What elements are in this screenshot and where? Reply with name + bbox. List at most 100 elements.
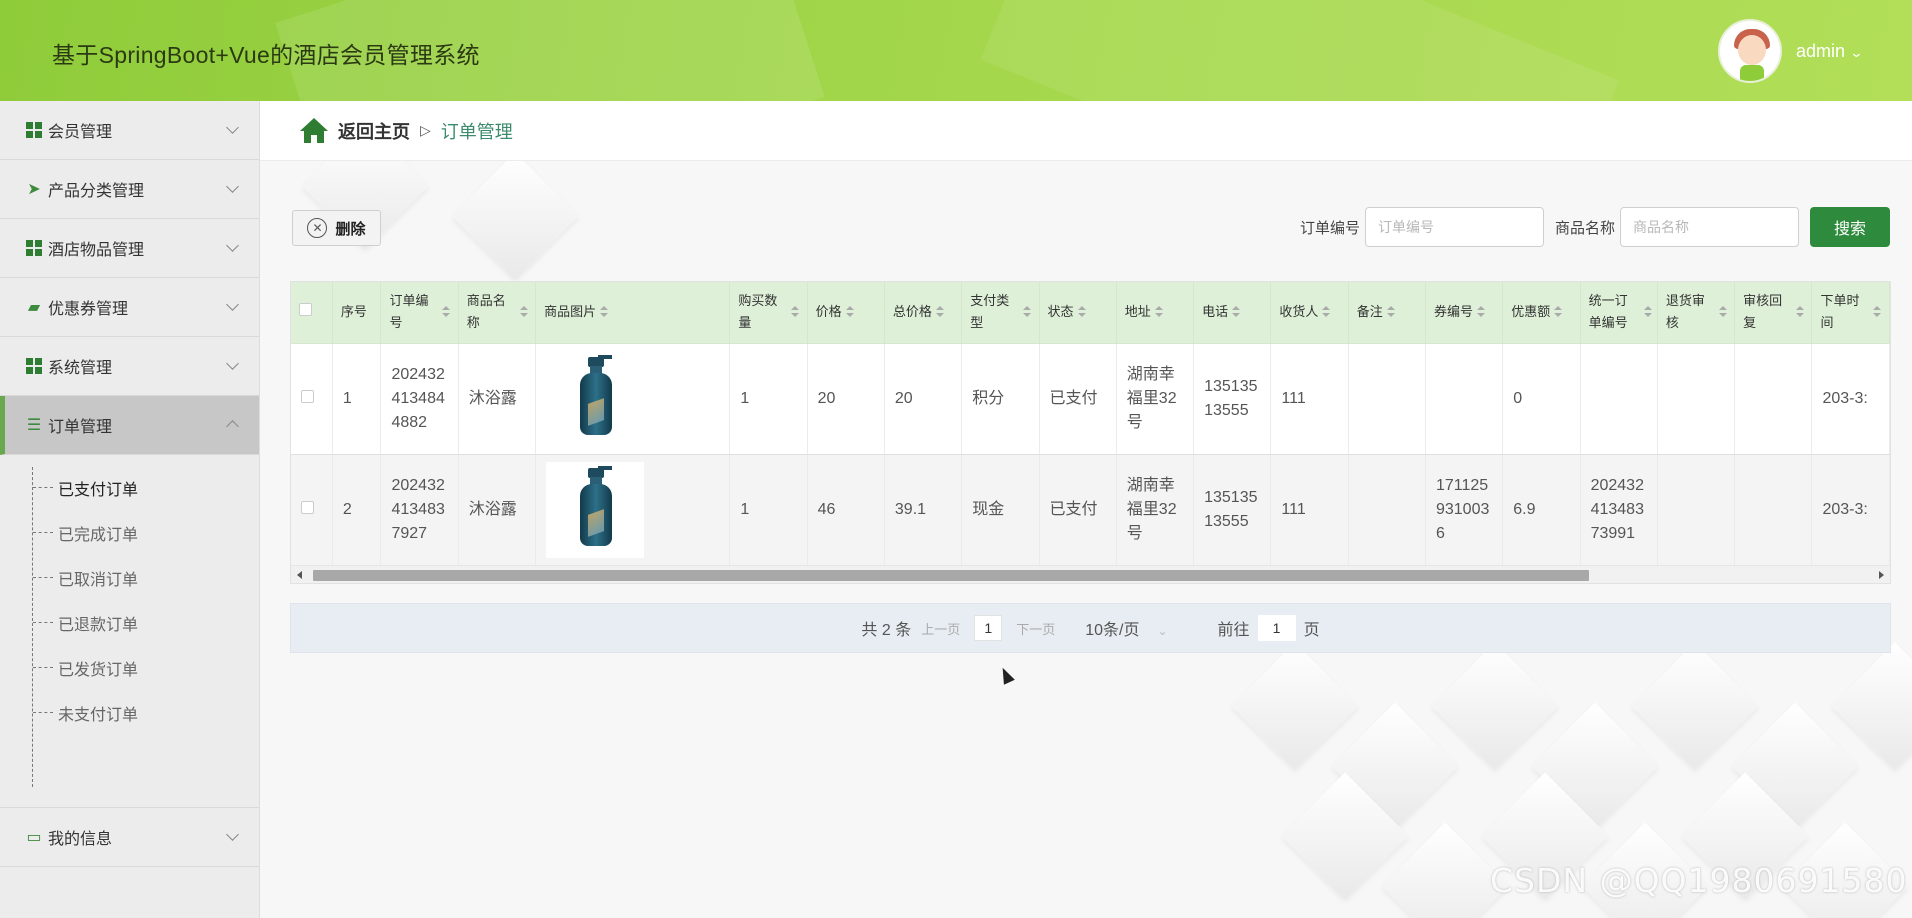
paper-plane-icon: ➤ — [27, 181, 41, 198]
column-header[interactable]: 统一订单编号 — [1580, 282, 1658, 344]
cell-image — [535, 343, 731, 455]
avatar[interactable] — [1718, 19, 1782, 83]
sidebar-item-order[interactable]: ☰ 订单管理 — [0, 396, 259, 455]
page-number-button[interactable]: 1 — [974, 615, 1003, 641]
scroll-left-icon[interactable] — [297, 571, 302, 579]
column-header[interactable]: 状态 — [1039, 282, 1117, 344]
cell-receiver: 111 — [1270, 343, 1349, 455]
submenu-item-unpaid[interactable]: 未支付订单 — [0, 690, 259, 735]
breadcrumb-current: 订单管理 — [440, 121, 513, 142]
goto-label: 前往 — [1217, 622, 1250, 639]
row-select-cell[interactable] — [291, 454, 333, 566]
breadcrumb: 返回主页 ▷ 订单管理 — [260, 101, 1912, 161]
order-submenu: 已支付订单 已完成订单 已取消订单 已退款订单 已发货订单 未支付订单 — [0, 455, 259, 808]
sidebar-item-member[interactable]: 会员管理 — [0, 101, 259, 160]
product-image[interactable] — [546, 461, 645, 558]
submenu-item-completed[interactable]: 已完成订单 — [0, 510, 259, 555]
table-row[interactable]: 2 2024324134837927 沐浴露 1 46 39.1 现金 已支付 … — [291, 454, 1890, 566]
cell-time: 203-3: — [1811, 343, 1890, 455]
sidebar-item-hotel-goods[interactable]: 酒店物品管理 — [0, 219, 259, 278]
column-header[interactable]: 价格 — [807, 282, 885, 344]
home-icon[interactable] — [300, 117, 328, 144]
sort-icon — [1386, 306, 1395, 318]
sidebar-item-system[interactable]: 系统管理 — [0, 337, 259, 396]
page-size-select[interactable]: 10条/页 ⌄ — [1085, 616, 1167, 640]
row-checkbox[interactable] — [301, 389, 314, 403]
submenu-item-shipped[interactable]: 已发货订单 — [0, 645, 259, 690]
sidebar-item-category[interactable]: ➤ 产品分类管理 — [0, 160, 259, 219]
submenu-item-refunded[interactable]: 已退款订单 — [0, 600, 259, 645]
column-header[interactable]: 下单时间 — [1811, 282, 1890, 344]
cell-phone: 13513513555 — [1193, 343, 1272, 455]
scroll-right-icon[interactable] — [1879, 571, 1884, 579]
next-page-button[interactable]: 下一页 — [1016, 619, 1055, 638]
column-header[interactable]: 电话 — [1193, 282, 1272, 344]
column-header[interactable]: 备注 — [1348, 282, 1426, 344]
sidebar-item-label: 会员管理 — [48, 124, 113, 141]
cell-qty: 1 — [729, 343, 808, 455]
top-header: 基于SpringBoot+Vue的酒店会员管理系统 admin ⌄ — [0, 0, 1912, 101]
column-header[interactable]: 商品图片 — [535, 282, 731, 344]
sort-icon — [442, 306, 450, 318]
horizontal-scrollbar[interactable] — [291, 565, 1890, 583]
column-header[interactable]: 支付类型 — [961, 282, 1040, 344]
column-header[interactable]: 审核回复 — [1734, 282, 1813, 344]
submenu-item-paid[interactable]: 已支付订单 — [0, 465, 259, 510]
sidebar-item-label: 订单管理 — [48, 419, 113, 436]
sort-icon — [1554, 306, 1563, 318]
column-header[interactable]: 优惠额 — [1502, 282, 1581, 344]
chevron-down-icon — [226, 828, 239, 841]
user-menu[interactable]: admin ⌄ — [1796, 41, 1864, 62]
sidebar-item-coupon[interactable]: ▰ 优惠券管理 — [0, 278, 259, 337]
table-header-row: 序号 订单编号 商品名称 商品图片 购买数量 价格 总价格 支付类型 状态 地址… — [291, 282, 1890, 344]
prev-page-button[interactable]: 上一页 — [921, 619, 960, 638]
cell-audit-reply — [1734, 343, 1813, 455]
goto-page-input[interactable]: 1 — [1257, 615, 1296, 641]
column-header[interactable]: 购买数量 — [729, 282, 808, 344]
column-header[interactable]: 收货人 — [1270, 282, 1349, 344]
column-header[interactable]: 订单编号 — [380, 282, 459, 344]
row-select-cell[interactable] — [291, 343, 333, 455]
order-no-input[interactable] — [1365, 207, 1545, 247]
sidebar-item-my-info[interactable]: ▭ 我的信息 — [0, 808, 259, 867]
breadcrumb-home[interactable]: 返回主页 — [338, 118, 410, 144]
background-tile — [1231, 642, 1359, 770]
main-content: 返回主页 ▷ 订单管理 ✕ 删除 订单编号 商品名称 搜索 序号 订单编号 — [260, 101, 1912, 918]
sort-icon — [1873, 306, 1881, 318]
cell-receiver: 111 — [1270, 454, 1349, 566]
cell-total: 20 — [884, 343, 963, 455]
select-all-checkbox[interactable] — [299, 303, 312, 317]
column-header[interactable]: 地址 — [1116, 282, 1195, 344]
column-header[interactable]: 商品名称 — [458, 282, 537, 344]
table-row[interactable]: 1 2024324134844882 沐浴露 1 20 20 积分 已支付 湖南… — [291, 343, 1890, 455]
sort-icon — [791, 306, 799, 318]
select-all-cell[interactable] — [291, 282, 333, 344]
username: admin — [1796, 41, 1846, 61]
cell-price: 46 — [807, 454, 885, 566]
background-tile — [451, 152, 579, 280]
scrollbar-thumb[interactable] — [313, 570, 1589, 581]
cell-return-audit — [1657, 343, 1736, 455]
search-button[interactable]: 搜索 — [1810, 207, 1890, 247]
cell-remark — [1348, 343, 1426, 455]
sort-icon — [1322, 306, 1331, 318]
column-header[interactable]: 退货审核 — [1657, 282, 1736, 344]
cell-phone: 13513513555 — [1193, 454, 1272, 566]
sort-icon — [1154, 306, 1163, 318]
delete-button[interactable]: ✕ 删除 — [292, 210, 381, 246]
sort-icon — [600, 306, 609, 318]
sidebar: 会员管理 ➤ 产品分类管理 酒店物品管理 ▰ 优惠券管理 系统管理 ☰ 订单管理… — [0, 101, 260, 918]
row-checkbox[interactable] — [301, 500, 314, 514]
cell-name: 沐浴露 — [458, 454, 537, 566]
orders-table: 序号 订单编号 商品名称 商品图片 购买数量 价格 总价格 支付类型 状态 地址… — [290, 281, 1891, 584]
header-decoration — [980, 0, 1620, 101]
product-name-input[interactable] — [1620, 207, 1800, 247]
submenu-item-cancelled[interactable]: 已取消订单 — [0, 555, 259, 600]
product-image[interactable] — [546, 350, 645, 447]
cell-address: 湖南幸福里32号 — [1116, 343, 1195, 455]
column-header[interactable]: 总价格 — [884, 282, 963, 344]
sort-icon — [935, 306, 944, 318]
background-tile — [1631, 642, 1759, 770]
column-header[interactable]: 券编号 — [1425, 282, 1504, 344]
cell-image — [535, 454, 731, 566]
